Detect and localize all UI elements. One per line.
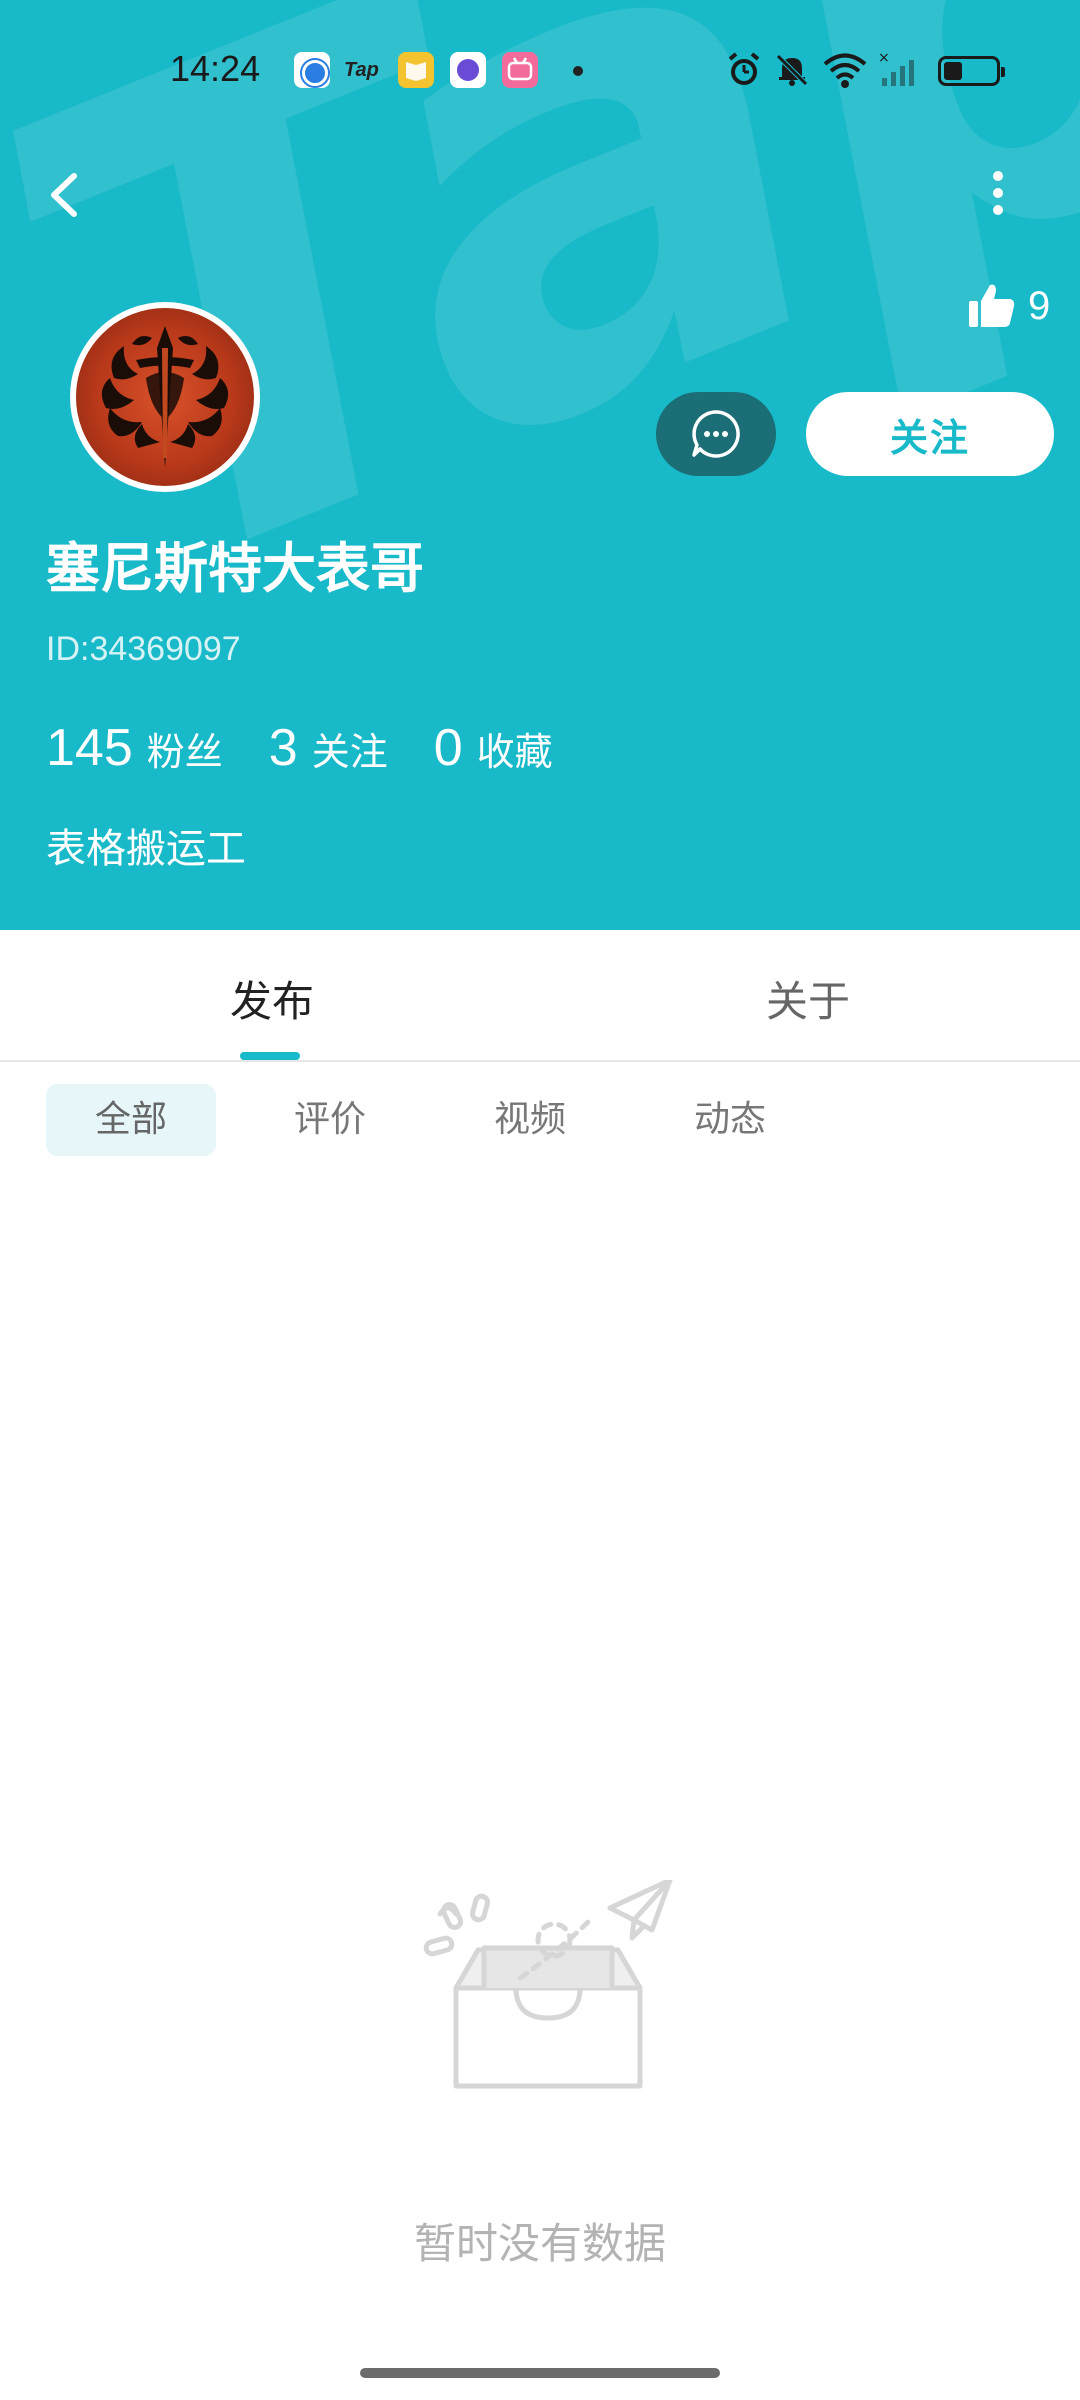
bio: 表格搬运工 [46,826,246,872]
thumbs-up-icon [969,284,1015,327]
wifi-icon [823,53,867,88]
signal-icon: × [878,50,914,86]
profile-header: TapTap 14:24 Tap [0,0,1080,930]
filter-review[interactable]: 评价 [250,1084,410,1156]
browser-icon [294,52,330,88]
svg-text:×: × [878,50,890,66]
tab-indicator [240,1052,300,1060]
empty-state-text: 暂时没有数据 [413,2219,666,2268]
alarm-icon [728,52,760,85]
back-button[interactable] [38,160,98,230]
planet-icon [450,52,486,88]
follow-button[interactable]: 关注 [806,392,1054,476]
tab-about[interactable]: 关于 [766,968,850,1029]
content-tabs: 发布 关于 [0,930,1080,1062]
stat-label: 粉丝 [146,730,223,774]
home-indicator[interactable] [360,2368,720,2378]
filter-all[interactable]: 全部 [46,1084,216,1156]
message-button[interactable] [656,392,776,476]
stat-label: 关注 [311,730,388,774]
more-vertical-icon [993,171,1003,215]
battery-icon [938,56,1005,86]
more-button[interactable] [968,160,1028,230]
status-time: 14:24 [170,48,261,89]
stat-followers[interactable]: 145 粉丝 [46,718,223,778]
stat-number: 0 [433,719,463,777]
profile-screen: TapTap 14:24 Tap [0,0,1080,2400]
stat-favorites[interactable]: 0 收藏 [434,718,553,778]
stat-number: 3 [268,719,298,777]
chat-bubble-icon [692,410,740,458]
empty-inbox-icon [423,1880,673,2089]
chevron-left-icon [51,173,77,217]
stat-label: 收藏 [476,730,553,774]
profile-stats: 145 粉丝 3 关注 0 收藏 [46,718,599,778]
avatar[interactable] [70,302,260,492]
stat-following[interactable]: 3 关注 [269,718,388,778]
like-count-group[interactable]: 9 [966,278,1050,334]
more-notifications-dot [573,66,583,76]
stat-number: 145 [46,719,133,777]
filter-moment[interactable]: 动态 [650,1084,810,1156]
bilibili-icon [502,52,538,88]
mute-icon [776,54,808,86]
avatar-emblem [101,326,229,468]
user-id: ID:34369097 [46,630,241,668]
username: 塞尼斯特大表哥 [46,537,424,600]
taptap-icon: Tap [344,59,379,81]
status-bar: 14:24 Tap × [0,0,1080,142]
tab-publish[interactable]: 发布 [230,968,314,1029]
like-count: 9 [1028,283,1051,328]
filter-video[interactable]: 视频 [450,1084,610,1156]
reader-icon [398,52,434,88]
